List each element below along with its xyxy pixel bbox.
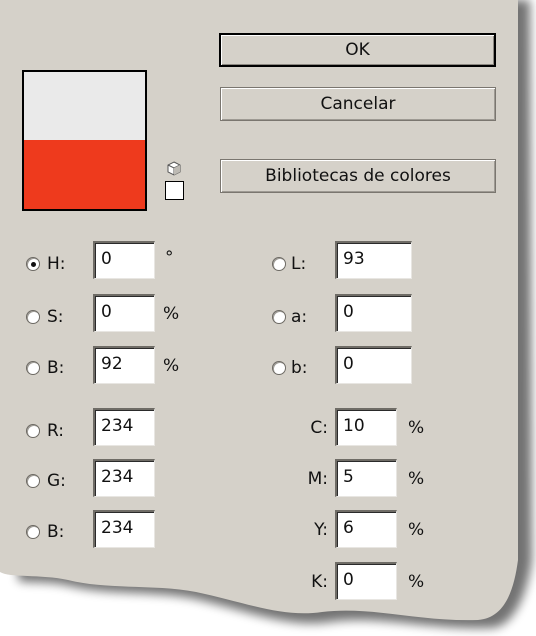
color-libraries-button[interactable]: Bibliotecas de colores: [220, 159, 496, 193]
lab-l-field[interactable]: 93: [335, 241, 412, 279]
color-swatch: [22, 70, 147, 211]
green-label: G:: [47, 471, 66, 491]
hue-field[interactable]: 0: [93, 241, 155, 279]
hue-radio[interactable]: [26, 257, 40, 271]
saturation-unit: %: [163, 304, 180, 324]
hue-unit: °: [165, 248, 174, 268]
black-unit: %: [408, 572, 425, 592]
brightness-field[interactable]: 92: [93, 346, 155, 384]
lab-a-label: a:: [291, 307, 308, 327]
blue-radio-row[interactable]: B:: [26, 522, 64, 542]
web-safe-color-swatch[interactable]: [165, 181, 184, 200]
new-color-swatch: [24, 72, 145, 140]
hue-label: H:: [47, 254, 66, 274]
current-color-swatch: [24, 140, 145, 209]
lab-l-radio-row[interactable]: L:: [272, 254, 306, 274]
lab-a-field[interactable]: 0: [335, 294, 412, 332]
lab-b-radio-row[interactable]: b:: [272, 358, 308, 378]
magenta-field[interactable]: 5: [335, 459, 397, 497]
blue-label: B:: [47, 522, 65, 542]
saturation-radio[interactable]: [26, 310, 40, 324]
lab-a-radio[interactable]: [272, 310, 286, 324]
black-field[interactable]: 0: [335, 562, 397, 600]
magenta-label: M:: [307, 469, 328, 489]
blue-radio[interactable]: [26, 525, 40, 539]
magenta-unit: %: [408, 469, 425, 489]
cyan-unit: %: [408, 418, 425, 438]
red-radio[interactable]: [26, 424, 40, 438]
brightness-radio[interactable]: [26, 361, 40, 375]
lab-l-radio[interactable]: [272, 257, 286, 271]
yellow-unit: %: [408, 520, 425, 540]
brightness-unit: %: [163, 356, 180, 376]
green-radio-row[interactable]: G:: [26, 471, 66, 491]
saturation-radio-row[interactable]: S:: [26, 307, 64, 327]
saturation-field[interactable]: 0: [93, 294, 155, 332]
green-radio[interactable]: [26, 474, 40, 488]
cyan-label: C:: [310, 418, 328, 438]
blue-field[interactable]: 234: [93, 510, 155, 548]
yellow-field[interactable]: 6: [335, 510, 397, 548]
black-label: K:: [311, 572, 328, 592]
lab-b-radio[interactable]: [272, 361, 286, 375]
yellow-label: Y:: [314, 520, 328, 540]
ok-button[interactable]: OK: [219, 33, 496, 67]
saturation-label: S:: [47, 307, 64, 327]
red-label: R:: [47, 421, 65, 441]
lab-b-field[interactable]: 0: [335, 346, 412, 384]
red-field[interactable]: 234: [93, 408, 155, 446]
green-field[interactable]: 234: [93, 459, 155, 497]
lab-l-label: L:: [291, 254, 307, 274]
hue-radio-row[interactable]: H:: [26, 254, 66, 274]
cyan-field[interactable]: 10: [335, 408, 397, 446]
cancel-button[interactable]: Cancelar: [220, 87, 496, 121]
web-safe-cube-icon[interactable]: [165, 160, 183, 178]
brightness-radio-row[interactable]: B:: [26, 358, 64, 378]
lab-a-radio-row[interactable]: a:: [272, 307, 307, 327]
red-radio-row[interactable]: R:: [26, 421, 64, 441]
lab-b-label: b:: [291, 358, 308, 378]
brightness-label: B:: [47, 358, 65, 378]
